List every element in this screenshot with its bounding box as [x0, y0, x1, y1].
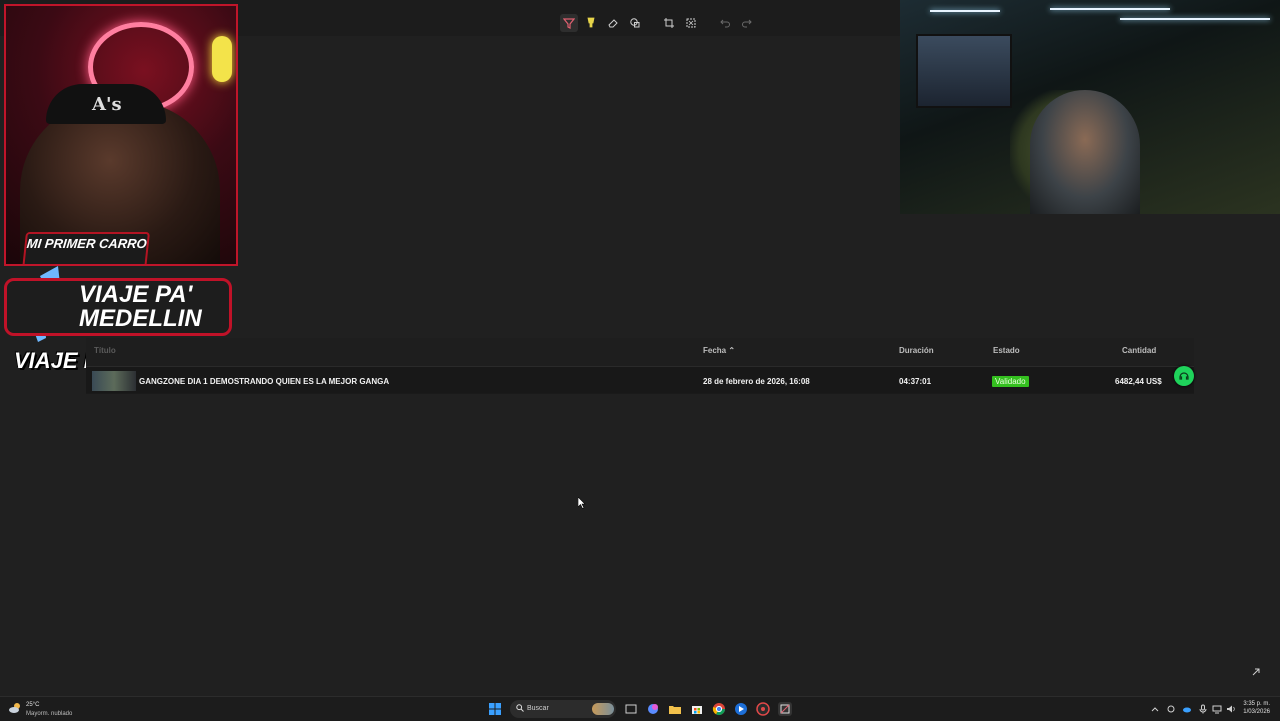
game-monitor: [916, 34, 1012, 108]
row-duration: 04:37:01: [899, 377, 932, 386]
search-placeholder: Buscar: [527, 705, 549, 712]
support-chat-button[interactable]: [1174, 366, 1194, 386]
app-red-icon[interactable]: [756, 702, 770, 716]
windows-taskbar: 25°C Mayorm. nublado Buscar 3:35 p. m. 1…: [0, 696, 1280, 721]
status-badge: Validado: [992, 376, 1029, 387]
streamer-webcam-left: A's MI PRIMER CARRO: [4, 4, 238, 266]
notification-icon[interactable]: [1250, 666, 1262, 678]
guest-person: [1030, 90, 1140, 214]
shape-icon[interactable]: [626, 14, 644, 32]
row-title: GANGZONE DIA 1 DEMOSTRANDO QUIEN ES LA M…: [139, 377, 390, 386]
microphone-icon[interactable]: [1198, 704, 1208, 714]
weather-temp: 25°C: [26, 702, 40, 708]
app-tray-icon[interactable]: [1166, 704, 1176, 714]
search-highlight-image: [592, 703, 614, 715]
chrome-icon[interactable]: [712, 702, 726, 716]
microsoft-store-icon[interactable]: [690, 702, 704, 716]
neon-banana: [212, 36, 232, 82]
header-date[interactable]: Fecha ⌃: [703, 346, 735, 355]
clock-time: 3:35 p. m.: [1243, 701, 1270, 707]
taskbar-clock[interactable]: 3:35 p. m. 1/03/2026: [1240, 700, 1270, 716]
clock-date: 1/03/2026: [1243, 709, 1270, 715]
streamer-webcam-right: [900, 0, 1280, 214]
network-icon[interactable]: [1212, 704, 1222, 714]
windows-start-icon[interactable]: [489, 703, 501, 715]
earnings-table: Título Fecha ⌃ Duración Estado Cantidad …: [86, 338, 1194, 394]
weather-widget[interactable]: 25°C Mayorm. nublado: [8, 699, 98, 719]
cap-logo: A's: [46, 84, 166, 124]
row-amount: 6482,44 US$: [1115, 377, 1162, 386]
undo-icon[interactable]: [716, 14, 734, 32]
funnel-tool-icon[interactable]: [560, 14, 578, 32]
copilot-icon[interactable]: [646, 702, 660, 716]
weather-condition: Mayorm. nublado: [26, 711, 73, 717]
row-date: 28 de febrero de 2026, 16:08: [703, 377, 810, 386]
drawing-toolbar: [560, 14, 756, 32]
headset-icon: [1179, 372, 1189, 380]
crop-icon[interactable]: [660, 14, 678, 32]
table-header: Título Fecha ⌃ Duración Estado Cantidad: [86, 338, 1194, 367]
eraser-icon[interactable]: [604, 14, 622, 32]
snipping-tool-icon[interactable]: [778, 702, 792, 716]
app-blue-icon[interactable]: [734, 702, 748, 716]
cloud-icon[interactable]: [1182, 704, 1192, 714]
header-title[interactable]: Título: [94, 346, 116, 355]
highlighter-icon[interactable]: [582, 14, 600, 32]
task-view-icon[interactable]: [624, 702, 638, 716]
chevron-up-icon[interactable]: [1150, 704, 1160, 714]
table-row[interactable]: GANGZONE DIA 1 DEMOSTRANDO QUIEN ES LA M…: [86, 367, 1194, 393]
redo-icon[interactable]: [738, 14, 756, 32]
header-amount[interactable]: Cantidad: [1122, 346, 1156, 355]
taskbar-search[interactable]: Buscar: [510, 700, 616, 718]
stream-thumbnail: [92, 371, 136, 391]
file-explorer-icon[interactable]: [668, 702, 682, 716]
sort-asc-icon: ⌃: [728, 346, 736, 355]
header-status[interactable]: Estado: [993, 346, 1020, 355]
search-icon: [516, 704, 524, 712]
selection-icon[interactable]: [682, 14, 700, 32]
cloud-sun-icon: [9, 703, 20, 713]
medellin-banner: VIAJE PA' MEDELLIN: [4, 278, 232, 336]
volume-icon[interactable]: [1226, 704, 1236, 714]
header-duration[interactable]: Duración: [899, 346, 934, 355]
mouse-cursor-icon: [578, 497, 586, 509]
